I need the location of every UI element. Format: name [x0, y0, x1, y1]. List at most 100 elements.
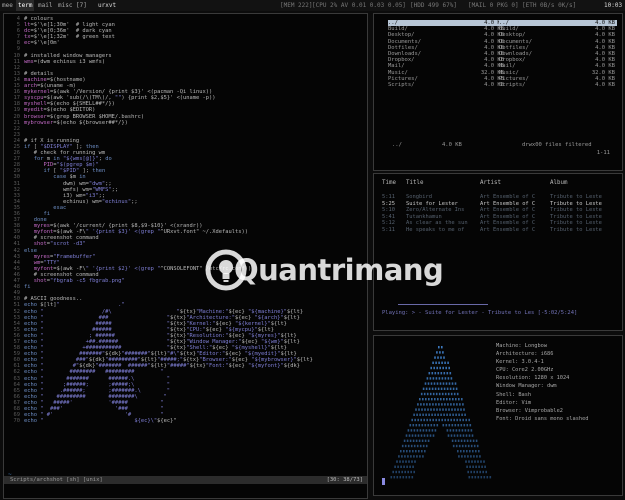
logo-glyph	[459, 434, 462, 437]
logo-glyph	[398, 455, 400, 458]
line-code: echo " /#\ "${tx}"Machine:"${ec} "${mach…	[24, 308, 304, 315]
logo-glyph	[402, 460, 404, 463]
logo-glyph	[454, 439, 457, 442]
logo-glyph	[428, 429, 431, 432]
logo-glyph	[463, 424, 466, 427]
track-artist: Art Ensemble of C	[480, 194, 536, 200]
logo-glyph	[404, 455, 406, 458]
top-status-bar: mee term mail misc [7] urxvt [MEM 222] […	[0, 0, 625, 11]
logo-glyph	[469, 465, 471, 468]
playback-progress-bar[interactable]	[398, 304, 488, 305]
logo-glyph	[436, 424, 439, 427]
logo-glyph	[428, 372, 431, 375]
vim-position: [30: 38/73]	[326, 477, 363, 483]
vim-buffer[interactable]: 4 # colours 5 lt=$'\e[1;30m' # light cyan 6 d…	[6, 16, 362, 471]
logo-glyph	[471, 476, 474, 479]
terminal-window[interactable]: Machine: Longbow Architecture: i686 Kern…	[373, 335, 623, 496]
logo-glyph	[424, 424, 427, 427]
col-album: Album	[550, 180, 568, 186]
logo-glyph	[417, 418, 419, 422]
line-code: lt=$'\e[1;30m' # light cyan	[24, 22, 115, 29]
vim-statusline: Scripts/archshot [sh] [unix] [30: 38/73]	[4, 476, 367, 484]
logo-glyph	[452, 429, 455, 432]
line-code: echo " #####' '##### "	[24, 399, 164, 406]
logo-glyph	[439, 408, 441, 411]
logo-glyph	[451, 424, 454, 427]
playlist-row[interactable]: 5:41 Tutankhamun Art Ensemble of C Tribute …	[382, 214, 618, 221]
logo-glyph	[472, 465, 474, 468]
logo-glyph	[412, 465, 414, 468]
info-editor: Editor: Vim	[496, 399, 532, 406]
line-code: echo " +##.###### "${tx}"Window Manager:…	[24, 338, 300, 345]
logo-glyph	[408, 476, 411, 479]
logo-glyph	[399, 460, 401, 463]
line-code: esac	[53, 204, 67, 211]
playlist-row[interactable]: 5:10 Zero/Alternate Ins Art Ensemble of C T…	[382, 207, 618, 214]
logo-glyph	[437, 372, 440, 375]
logo-glyph	[445, 408, 447, 411]
logo-glyph	[484, 465, 486, 468]
info-kernel: Kernel: 3.0.4-1	[496, 359, 544, 366]
line-code: dc=$'\e[0;36m' # dark cyan	[24, 28, 112, 35]
logo-glyph	[460, 424, 463, 427]
logo-glyph	[410, 429, 413, 432]
logo-glyph	[415, 439, 418, 442]
file-name: Scripts/	[499, 81, 526, 88]
file-name: Dotfiles/	[499, 44, 529, 51]
logo-glyph	[466, 424, 469, 427]
logo-glyph	[403, 450, 405, 453]
mem-stat: [MEM 222]	[280, 2, 313, 9]
logo-glyph	[462, 418, 464, 422]
logo-glyph	[397, 465, 399, 468]
playlist-row[interactable]: 5:12 As clear as the sun Art Ensemble of C…	[382, 220, 618, 227]
logo-glyph	[470, 429, 473, 432]
logo-glyph	[459, 418, 461, 422]
logo-glyph	[475, 439, 478, 442]
playlist[interactable]: 5:11 Songbird Art Ensemble of C Tribute to …	[382, 194, 618, 234]
playlist-row-playing[interactable]: 5:25 Suite for Lester Art Ensemble of C Tri…	[382, 201, 618, 208]
logo-glyph	[409, 424, 412, 427]
system-info: Machine: Longbow Architecture: i686 Kern…	[496, 342, 588, 423]
logo-glyph	[413, 429, 416, 432]
line-code: wms=(dwm echinus i3 wmfs)	[24, 58, 106, 65]
line-code: echo " ### "${tx}"Architecture:"${ec} "$…	[24, 314, 300, 321]
file-list-right[interactable]: ../4.0 KB Build/4.0 KB Desktop/4.0 KB Docum…	[499, 20, 617, 88]
logo-glyph	[452, 387, 455, 390]
logo-glyph	[425, 429, 428, 432]
tag-term[interactable]: term	[16, 0, 35, 11]
line-code: else	[24, 247, 37, 254]
vim-line[interactable]: 70 echo " ${ec}\"${ec}"	[6, 418, 362, 424]
logo-glyph	[416, 429, 419, 432]
tag-misc[interactable]: misc [7]	[58, 0, 87, 11]
logo-glyph	[476, 470, 478, 474]
logo-glyph	[407, 429, 410, 432]
logo-glyph	[423, 434, 426, 437]
file-list-left[interactable]: ../4.0 KB Build/4.0 KB Desktop/4.0 KB Docum…	[388, 20, 506, 88]
tag-mail[interactable]: mail	[38, 0, 52, 11]
logo-glyph	[434, 413, 436, 416]
line-code: if [ "$PID" ]; then	[43, 168, 106, 175]
info-browser: Browser: Vimprobable2	[496, 407, 563, 414]
logo-glyph	[399, 476, 402, 479]
logo-glyph	[396, 476, 399, 479]
file-row[interactable]: Scripts/4.0 KB	[499, 82, 617, 88]
playlist-row[interactable]: 5:11 He speaks to me of Art Ensemble of C T…	[382, 227, 618, 234]
track-album: Tribute to Leste	[550, 200, 602, 207]
track-album: Tribute to Leste	[550, 213, 602, 220]
logo-glyph	[442, 424, 445, 427]
logo-glyph	[431, 372, 434, 375]
logo-glyph	[467, 470, 469, 474]
logo-glyph	[430, 366, 432, 370]
logo-glyph	[458, 444, 461, 448]
tag-mee[interactable]: mee	[2, 0, 13, 11]
logo-glyph	[426, 392, 429, 396]
file-manager-window[interactable]: ../4.0 KB Build/4.0 KB Desktop/4.0 KB Docum…	[373, 13, 623, 171]
logo-glyph	[443, 413, 445, 416]
logo-glyph	[459, 403, 461, 406]
eth-stat: [ETH 0B/s 0K/s]	[522, 2, 577, 9]
file-row[interactable]: Scripts/4.0 KB	[388, 82, 506, 88]
logo-glyph	[407, 455, 409, 458]
file-name: Build/	[388, 26, 408, 33]
line-code: ec=$'\e[0m'	[24, 40, 60, 47]
playlist-row[interactable]: 5:11 Songbird Art Ensemble of C Tribute to …	[382, 194, 618, 201]
